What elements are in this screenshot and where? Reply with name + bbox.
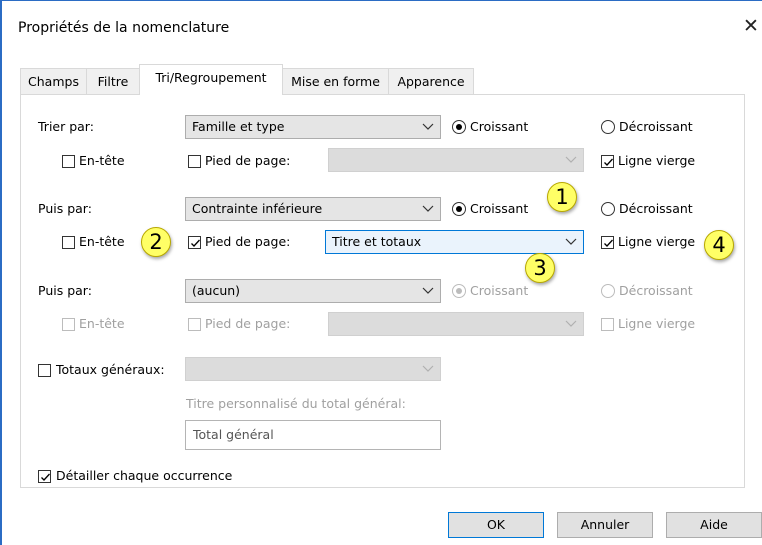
chevron-down-icon	[422, 287, 434, 294]
sort2-footer-select[interactable]: Titre et totaux	[325, 230, 584, 254]
sort2-asc-label[interactable]: Croissant	[470, 200, 528, 218]
tab-champs[interactable]: Champs	[20, 68, 87, 94]
itemize-every-instance-label[interactable]: Détailler chaque occurrence	[56, 467, 232, 485]
annotation-badge-2: 2	[141, 227, 171, 257]
annotation-badge-4: 4	[704, 230, 734, 260]
sort1-footer-select	[328, 148, 584, 172]
sort3-blank-line-checkbox	[601, 318, 614, 331]
window-top-border	[0, 0, 762, 1]
sort2-footer-value: Titre et totaux	[332, 234, 422, 249]
chevron-down-icon	[422, 123, 434, 130]
sort3-header-label: En-tête	[79, 316, 125, 331]
sort1-asc-radio[interactable]	[452, 120, 466, 134]
sort2-label: Puis par:	[38, 201, 92, 216]
sort1-footer-label[interactable]: Pied de page:	[205, 152, 290, 170]
close-icon[interactable]: ✕	[743, 16, 759, 36]
chevron-down-icon	[565, 238, 577, 245]
sort1-field-value: Famille et type	[192, 119, 285, 134]
sort1-asc-label[interactable]: Croissant	[470, 118, 528, 136]
custom-total-title-value: Total général	[193, 427, 274, 442]
sort2-footer-label[interactable]: Pied de page:	[205, 233, 290, 251]
sort3-blank-line-label: Ligne vierge	[618, 316, 696, 331]
sort3-field-select[interactable]: (aucun)	[185, 279, 441, 303]
sort3-desc-label: Décroissant	[619, 283, 693, 298]
cancel-button[interactable]: Annuler	[557, 512, 653, 538]
sort3-footer-label: Pied de page:	[205, 316, 291, 331]
sort3-footer-select	[328, 312, 584, 336]
annotation-badge-1: 1	[547, 182, 577, 212]
sort3-field-value: (aucun)	[192, 283, 241, 298]
chevron-down-icon	[565, 320, 577, 327]
sort2-asc-radio[interactable]	[452, 202, 466, 216]
sort2-header-checkbox[interactable]	[62, 236, 75, 249]
sort2-header-label[interactable]: En-tête	[79, 233, 125, 251]
sort2-desc-radio[interactable]	[601, 202, 615, 216]
sort3-footer-checkbox	[188, 318, 201, 331]
sort1-blank-line-label[interactable]: Ligne vierge	[618, 152, 695, 170]
checkmark-icon	[191, 239, 200, 247]
sort2-blank-line-label[interactable]: Ligne vierge	[618, 233, 695, 251]
sort2-footer-checkbox[interactable]	[188, 236, 201, 249]
custom-total-title-label: Titre personnalisé du total général:	[186, 396, 406, 411]
sort1-header-checkbox[interactable]	[62, 155, 75, 168]
custom-total-title-input: Total général	[185, 420, 441, 450]
sort3-label: Puis par:	[38, 283, 92, 298]
sort1-label: Trier par:	[38, 119, 94, 134]
sort1-field-select[interactable]: Famille et type	[185, 115, 441, 139]
ok-button[interactable]: OK	[448, 512, 544, 538]
tab-mise-en-forme[interactable]: Mise en forme	[282, 68, 389, 94]
sort3-asc-label: Croissant	[470, 283, 529, 298]
dialog-title: Propriétés de la nomenclature	[18, 20, 230, 36]
sort2-desc-label[interactable]: Décroissant	[619, 200, 693, 218]
checkmark-icon	[604, 239, 613, 247]
chevron-down-icon	[422, 365, 434, 372]
grand-totals-checkbox[interactable]	[38, 364, 51, 377]
sort1-desc-label[interactable]: Décroissant	[619, 118, 693, 136]
sort1-header-label[interactable]: En-tête	[79, 152, 125, 170]
tab-apparence[interactable]: Apparence	[388, 68, 474, 94]
grand-totals-label[interactable]: Totaux généraux:	[56, 361, 165, 379]
itemize-every-instance-checkbox[interactable]	[38, 470, 51, 483]
checkmark-icon	[604, 158, 613, 166]
chevron-down-icon	[565, 156, 577, 163]
checkmark-icon	[41, 473, 50, 481]
sort1-blank-line-checkbox[interactable]	[601, 155, 614, 168]
grand-totals-select	[185, 357, 441, 381]
sort2-field-select[interactable]: Contrainte inférieure	[185, 197, 441, 221]
sort1-footer-checkbox[interactable]	[188, 155, 201, 168]
tab-tri-regroupement[interactable]: Tri/Regroupement	[139, 64, 283, 95]
help-button[interactable]: Aide	[666, 512, 762, 538]
sort2-blank-line-checkbox[interactable]	[601, 236, 614, 249]
sort3-asc-radio	[452, 284, 466, 298]
chevron-down-icon	[422, 205, 434, 212]
tab-filtre[interactable]: Filtre	[86, 68, 140, 94]
sort3-desc-radio	[601, 284, 615, 298]
sort1-desc-radio[interactable]	[601, 120, 615, 134]
window-left-border	[0, 0, 2, 545]
annotation-badge-3: 3	[525, 253, 555, 283]
sort2-field-value: Contrainte inférieure	[192, 201, 323, 216]
sort3-header-checkbox	[62, 318, 75, 331]
